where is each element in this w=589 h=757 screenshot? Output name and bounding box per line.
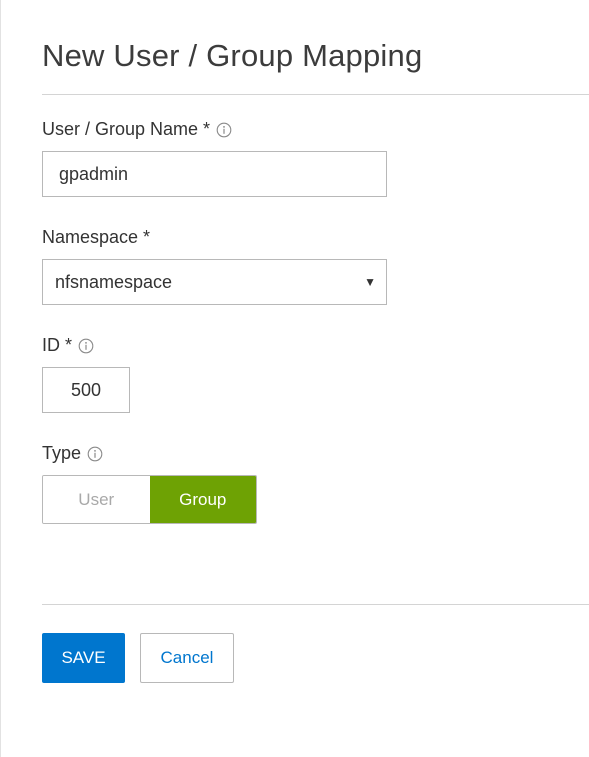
name-input[interactable] <box>42 151 387 197</box>
type-label-row: Type <box>42 443 103 464</box>
name-label-row: User / Group Name * <box>42 119 232 140</box>
save-button[interactable]: SAVE <box>42 633 125 683</box>
id-label-row: ID * <box>42 335 94 356</box>
namespace-label: Namespace * <box>42 227 151 247</box>
footer-divider <box>42 604 589 605</box>
info-icon[interactable] <box>216 122 232 138</box>
dialog-title: New User / Group Mapping <box>42 38 423 73</box>
type-label: Type <box>42 443 82 463</box>
cancel-button[interactable]: Cancel <box>140 633 234 683</box>
info-icon[interactable] <box>87 446 103 462</box>
type-option-user[interactable]: User <box>43 476 150 523</box>
header-divider <box>42 94 589 95</box>
id-input[interactable] <box>42 367 130 413</box>
panel-left-border <box>0 0 1 757</box>
info-icon[interactable] <box>78 338 94 354</box>
caret-down-icon: ▼ <box>364 275 376 289</box>
name-label: User / Group Name * <box>42 119 211 139</box>
namespace-label-row: Namespace * <box>42 227 150 248</box>
type-toggle: User Group <box>42 475 257 524</box>
type-option-group[interactable]: Group <box>149 476 256 523</box>
namespace-select[interactable]: nfsnamespace ▼ <box>42 259 387 305</box>
namespace-selected-value: nfsnamespace <box>55 271 173 292</box>
id-label: ID * <box>42 335 73 355</box>
